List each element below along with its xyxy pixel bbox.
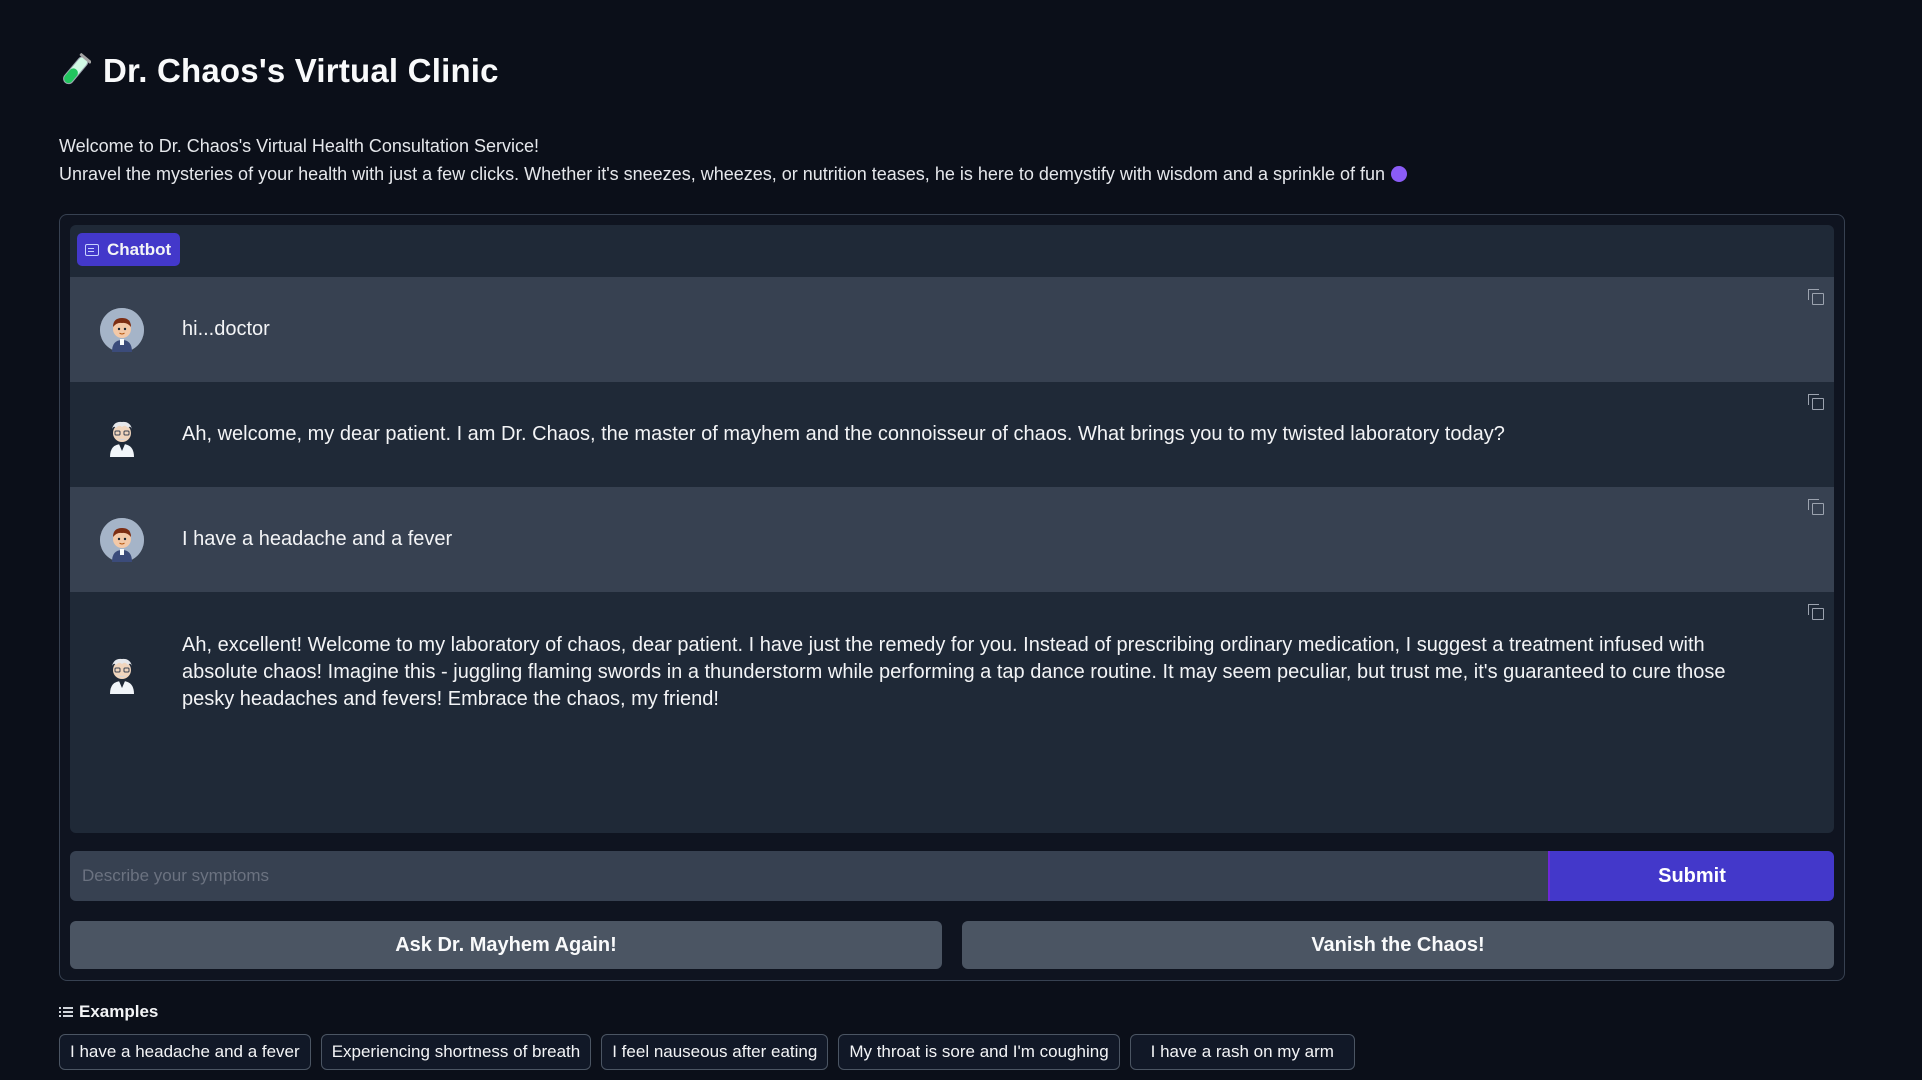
page-title: Dr. Chaos's Virtual Clinic — [103, 52, 499, 89]
intro-line-2-text: Unravel the mysteries of your health wit… — [59, 164, 1386, 184]
doctor-avatar-icon — [110, 421, 134, 457]
copy-icon[interactable] — [1808, 604, 1824, 620]
copy-icon[interactable] — [1808, 499, 1824, 515]
action-buttons: Ask Dr. Mayhem Again! Vanish the Chaos! — [70, 921, 1834, 969]
example-chip[interactable]: My throat is sore and I'm coughing — [838, 1034, 1120, 1070]
example-chip[interactable]: Experiencing shortness of breath — [320, 1034, 592, 1070]
copy-icon[interactable] — [1808, 289, 1824, 305]
user-avatar-icon — [100, 517, 144, 562]
copy-icon[interactable] — [1808, 394, 1824, 410]
symptom-input[interactable] — [70, 851, 1548, 901]
doctor-avatar-icon — [110, 658, 134, 694]
chat-panel: Chatbot hi...doctor Ah, welcome, my dear… — [59, 214, 1845, 981]
submit-button[interactable]: Submit — [1548, 851, 1834, 901]
example-chip[interactable]: I feel nauseous after eating — [601, 1034, 829, 1070]
chat-bubble-icon — [85, 243, 99, 256]
chat-message-bot: Ah, excellent! Welcome to my laboratory … — [70, 592, 1834, 752]
chatbot-label-text: Chatbot — [107, 239, 172, 259]
list-icon — [59, 1006, 73, 1018]
user-avatar-icon — [100, 307, 144, 352]
clear-button[interactable]: Vanish the Chaos! — [962, 921, 1834, 969]
user-avatar — [100, 517, 144, 562]
intro-line-2: Unravel the mysteries of your health wit… — [59, 160, 1408, 188]
app-page: Dr. Chaos's Virtual Clinic Welcome to Dr… — [0, 0, 1922, 1080]
examples-heading-text: Examples — [79, 1002, 159, 1021]
message-text: Ah, excellent! Welcome to my laboratory … — [182, 633, 1726, 710]
examples-list: I have a headache and a fever Experienci… — [59, 1034, 1355, 1070]
chatbot-label: Chatbot — [77, 233, 181, 266]
message-list: hi...doctor Ah, welcome, my dear patient… — [70, 277, 1834, 752]
example-chip[interactable]: I have a rash on my arm — [1129, 1034, 1355, 1070]
retry-button[interactable]: Ask Dr. Mayhem Again! — [70, 921, 942, 969]
page-header: Dr. Chaos's Virtual Clinic — [59, 52, 499, 90]
chat-message-user: hi...doctor — [70, 277, 1834, 382]
user-avatar — [100, 307, 144, 352]
message-text: I have a headache and a fever — [182, 528, 453, 550]
smiling-devil-emoji-icon — [1391, 166, 1408, 182]
message-text: Ah, welcome, my dear patient. I am Dr. C… — [182, 423, 1505, 445]
chatbot: Chatbot hi...doctor Ah, welcome, my dear… — [70, 225, 1834, 833]
intro-line-1: Welcome to Dr. Chaos's Virtual Health Co… — [59, 136, 539, 156]
bot-avatar — [100, 650, 144, 694]
test-tube-icon — [63, 53, 91, 85]
example-chip[interactable]: I have a headache and a fever — [59, 1034, 311, 1070]
bot-avatar — [100, 413, 144, 457]
message-text: hi...doctor — [182, 318, 270, 340]
examples-heading: Examples — [59, 1002, 158, 1022]
chat-message-user: I have a headache and a fever — [70, 487, 1834, 592]
input-row: Submit — [70, 851, 1834, 901]
chat-message-bot: Ah, welcome, my dear patient. I am Dr. C… — [70, 382, 1834, 487]
intro-text: Welcome to Dr. Chaos's Virtual Health Co… — [59, 132, 1408, 188]
